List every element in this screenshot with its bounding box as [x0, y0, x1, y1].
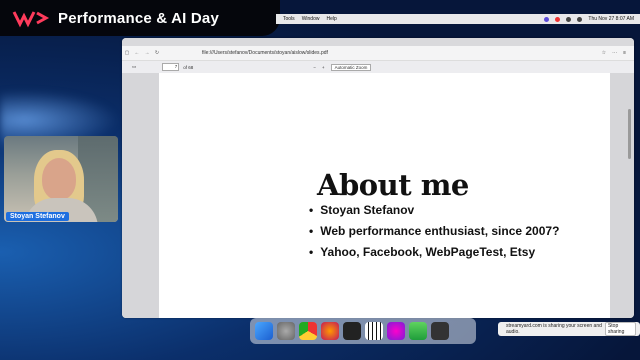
bullet-item: Stoyan Stefanov: [309, 203, 559, 217]
tab-bar: [122, 38, 634, 46]
bookmark-icon[interactable]: ☆: [602, 50, 606, 56]
cube-icon[interactable]: [431, 322, 449, 340]
menu-icon[interactable]: ≡: [623, 50, 626, 56]
forward-icon[interactable]: →: [142, 50, 152, 56]
slide-bullets: Stoyan Stefanov Web performance enthusia…: [309, 203, 559, 266]
slide-page: About me Stoyan Stefanov Web performance…: [159, 73, 610, 318]
clock[interactable]: Thu Nov 27 8:07 AM: [588, 16, 634, 22]
pdf-sidebar-icon[interactable]: ▭: [132, 64, 136, 70]
terminal-icon[interactable]: [343, 322, 361, 340]
reload-icon[interactable]: ↻: [152, 50, 162, 56]
zoom-select[interactable]: Automatic Zoom: [330, 63, 372, 71]
page-number-input[interactable]: 7: [162, 63, 180, 71]
zoom-out-icon[interactable]: −: [313, 65, 316, 70]
page-count: of 68: [183, 64, 194, 70]
nav-bar: ▢ ← → ↻ file:///Users/stefanov/Documents…: [122, 46, 634, 61]
slide-title: About me: [317, 168, 469, 202]
piano-icon[interactable]: [365, 322, 383, 340]
stop-sharing-button[interactable]: Stop sharing: [604, 322, 636, 336]
sidebar-toggle-icon[interactable]: ▢: [122, 50, 132, 56]
scrollbar[interactable]: [628, 109, 631, 159]
event-title: Performance & AI Day: [58, 9, 220, 27]
flower-icon[interactable]: [387, 322, 405, 340]
extensions-icon[interactable]: ⋯: [612, 50, 617, 56]
pdf-viewer: About me Stoyan Stefanov Web performance…: [122, 73, 634, 318]
zoom-in-icon[interactable]: +: [322, 65, 325, 70]
back-icon[interactable]: ←: [132, 50, 142, 56]
firefox-icon[interactable]: [321, 322, 339, 340]
screen-share-notice: streamyard.com is sharing your screen an…: [498, 322, 640, 336]
speaker-name-tag: Stoyan Stefanov: [6, 212, 69, 221]
speaker-camera: [4, 136, 118, 222]
bullet-item: Yahoo, Facebook, WebPageTest, Etsy: [309, 245, 559, 259]
control-center-icon[interactable]: [577, 16, 583, 22]
share-text: streamyard.com is sharing your screen an…: [506, 323, 602, 335]
event-banner: Performance & AI Day: [0, 0, 280, 36]
menu-item-help[interactable]: Help: [326, 16, 336, 22]
finder-icon[interactable]: [255, 322, 273, 340]
event-logo-icon: [12, 11, 50, 28]
wifi-icon[interactable]: [566, 16, 572, 22]
chrome-icon[interactable]: [299, 322, 317, 340]
record-icon[interactable]: [555, 16, 561, 22]
mac-menubar: Tools Window Help Thu Nov 27 8:07 AM: [276, 14, 640, 24]
bullet-item: Web performance enthusiast, since 2007?: [309, 224, 559, 238]
url-bar[interactable]: file:///Users/stefanov/Documents/stoyan/…: [202, 50, 328, 56]
dock: [250, 318, 476, 344]
screen-record-icon[interactable]: [544, 16, 550, 22]
settings-icon[interactable]: [277, 322, 295, 340]
browser-window: ▢ ← → ↻ file:///Users/stefanov/Documents…: [122, 38, 634, 318]
numbers-icon[interactable]: [409, 322, 427, 340]
menu-item-tools[interactable]: Tools: [283, 16, 295, 22]
menu-item-window[interactable]: Window: [302, 16, 320, 22]
